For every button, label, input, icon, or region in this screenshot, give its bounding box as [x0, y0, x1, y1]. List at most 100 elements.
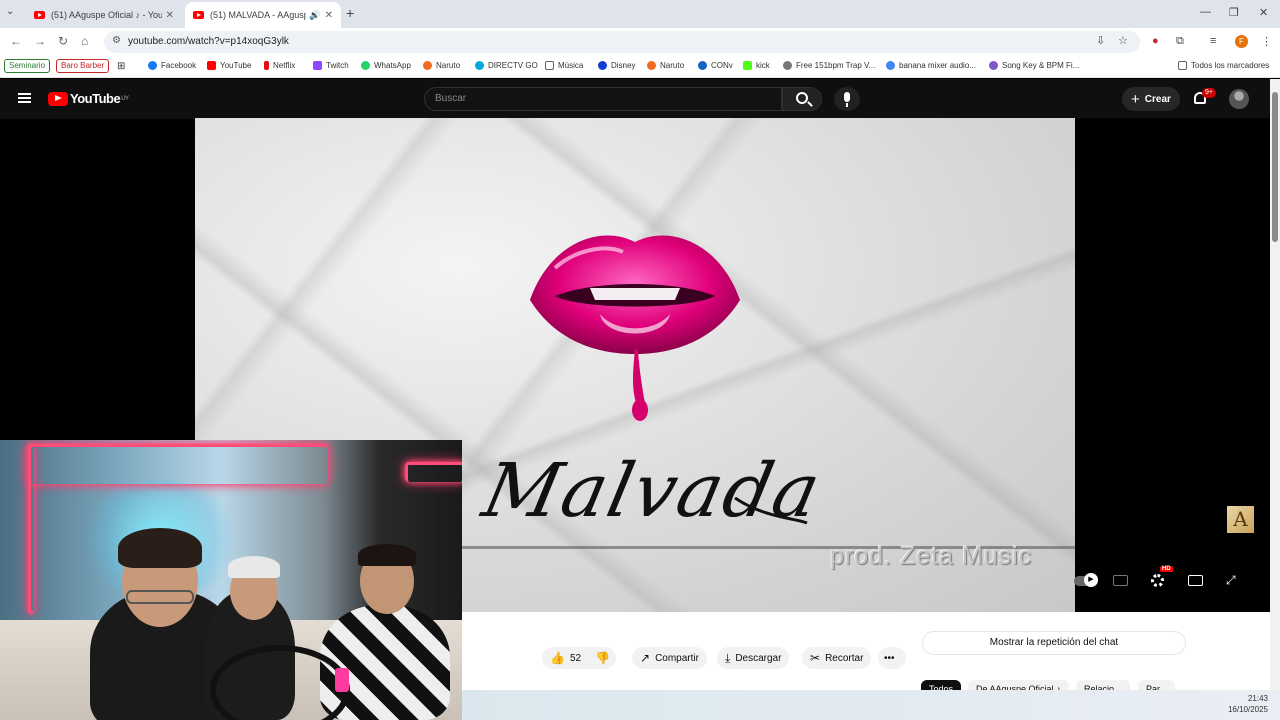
like-button[interactable]: 👍 52 👎 [542, 647, 616, 669]
facebook-icon [148, 61, 157, 70]
clip-button[interactable]: ✂ Recortar [802, 647, 872, 669]
bookmark-conv[interactable]: CONv [698, 61, 733, 70]
globe-icon [783, 61, 792, 70]
share-button[interactable]: ↗ Compartir [632, 647, 707, 669]
conv-icon [698, 61, 707, 70]
os-taskbar: 21:43 16/10/2025 [462, 690, 1280, 720]
thumbs-up-icon: 👍 [550, 651, 565, 665]
bookmark-seminario[interactable]: Seminario [4, 59, 51, 73]
close-window-icon[interactable]: ✕ [1259, 6, 1268, 19]
more-actions-button[interactable]: ••• [878, 647, 906, 669]
reload-button[interactable]: ↻ [58, 34, 68, 48]
restore-icon[interactable]: ❐ [1229, 6, 1239, 19]
bookmark-whatsapp[interactable]: WhatsApp [361, 61, 411, 70]
new-tab-button[interactable]: + [346, 5, 354, 21]
song-key-icon [989, 61, 998, 70]
bookmark-label: Facebook [161, 61, 197, 70]
menu-hamburger-icon[interactable] [18, 93, 31, 103]
autoplay-toggle[interactable] [1074, 573, 1098, 587]
minimize-icon[interactable]: — [1200, 6, 1211, 18]
tab-malvada-video[interactable]: (51) MALVADA - AAguspe (Vi 🔊 ✕ [185, 2, 341, 28]
tab-aaguspe-channel[interactable]: (51) AAguspe Oficial ♪ - YouTube ✕ [26, 2, 182, 28]
youtube-logo[interactable]: YouTube UY [48, 91, 129, 106]
download-label: Descargar [735, 652, 782, 664]
youtube-header: YouTube UY Buscar + Crear 9+ [0, 79, 1270, 119]
site-info-icon[interactable]: ⚙ [112, 35, 121, 46]
bookmark-free-trap[interactable]: Free 151bpm Trap V... [783, 61, 875, 70]
bookmark-label: Todos los marcadores [1191, 61, 1270, 70]
bookmark-label: DIRECTV GO [488, 61, 538, 70]
thumbs-down-icon[interactable]: 👎 [595, 651, 610, 665]
install-app-icon[interactable]: ⇩ [1096, 34, 1105, 47]
fullscreen-icon[interactable]: ⤢ [1226, 573, 1236, 588]
url-text: youtube.com/watch?v=p14xoqG3ylk [128, 36, 289, 47]
download-button[interactable]: ⤓ Descargar [717, 647, 790, 669]
all-bookmarks-folder[interactable]: Todos los marcadores [1178, 61, 1269, 70]
media-control-icon[interactable]: ≡ [1210, 35, 1216, 47]
bookmark-kick[interactable]: kick [743, 61, 770, 70]
bookmark-star-icon[interactable]: ☆ [1118, 34, 1128, 47]
clip-label: Recortar [825, 652, 864, 664]
bookmark-song-key[interactable]: Song Key & BPM Fi... [989, 61, 1079, 70]
profile-avatar[interactable]: F [1235, 35, 1248, 48]
speaker-icon[interactable]: 🔊 [309, 10, 320, 21]
settings-gear-icon[interactable] [1151, 574, 1164, 587]
person-left-hair [118, 528, 202, 568]
account-avatar[interactable] [1229, 89, 1249, 109]
show-chat-replay-button[interactable]: Mostrar la repetición del chat [922, 631, 1186, 655]
apps-grid-icon[interactable]: ⊞ [117, 61, 125, 72]
logo-text: YouTube [70, 91, 121, 106]
bookmark-netflix[interactable]: Netflix [264, 61, 295, 70]
subtitles-icon[interactable] [1113, 575, 1128, 586]
home-button[interactable]: ⌂ [81, 34, 88, 48]
bookmark-label: WhatsApp [374, 61, 411, 70]
scrollbar-thumb[interactable] [1272, 92, 1278, 242]
disney-icon [598, 61, 607, 70]
bookmark-youtube[interactable]: YouTube [207, 61, 251, 70]
create-button[interactable]: + Crear [1122, 87, 1180, 111]
bookmark-folder-musica[interactable]: Música [545, 61, 583, 70]
lips-illustration [530, 235, 740, 421]
more-icon: ••• [884, 652, 895, 664]
extension-icon[interactable]: ● [1152, 35, 1159, 47]
bookmark-baro-barber[interactable]: Baro Barber [56, 59, 110, 73]
bookmark-naruto-2[interactable]: Naruto [647, 61, 684, 70]
bookmark-label: Netflix [273, 61, 296, 70]
youtube-icon [207, 61, 216, 70]
voice-search-mic-icon[interactable] [834, 87, 860, 111]
bookmark-directv-go[interactable]: DIRECTV GO [475, 61, 538, 70]
extensions-puzzle-icon[interactable]: ⧉ [1176, 35, 1184, 48]
bookmark-naruto[interactable]: Naruto [423, 61, 460, 70]
theater-mode-icon[interactable] [1188, 575, 1203, 586]
address-bar[interactable]: ⚙ youtube.com/watch?v=p14xoqG3ylk ⇩ ☆ [104, 31, 1140, 53]
like-count: 52 [569, 652, 582, 664]
tab-search-button[interactable]: ⌄ [6, 6, 14, 17]
plus-icon: + [1131, 90, 1140, 108]
channel-watermark[interactable]: A [1227, 506, 1254, 533]
search-input[interactable]: Buscar [424, 87, 782, 111]
browser-toolbar: ← → ↻ ⌂ ⚙ youtube.com/watch?v=p14xoqG3yl… [0, 28, 1280, 56]
bookmark-label: Disney [611, 61, 636, 70]
search-button[interactable] [782, 87, 822, 111]
bookmark-twitch[interactable]: Twitch [313, 61, 349, 70]
naruto-icon [423, 61, 432, 70]
kick-icon [743, 61, 752, 70]
bookmark-label: Twitch [326, 61, 349, 70]
neon-light-strip [28, 444, 34, 614]
forward-button[interactable]: → [34, 34, 46, 48]
folder-icon [1178, 61, 1187, 70]
back-button[interactable]: ← [10, 34, 22, 48]
chrome-menu-icon[interactable]: ⋮ [1261, 35, 1272, 48]
bookmark-label: Naruto [436, 61, 461, 70]
system-clock[interactable]: 21:43 16/10/2025 [1228, 693, 1268, 715]
close-tab-icon[interactable]: ✕ [166, 10, 174, 21]
bookmark-label: Song Key & BPM Fi... [1002, 61, 1080, 70]
close-tab-icon[interactable]: ✕ [325, 10, 333, 21]
person-middle-cap [228, 556, 280, 578]
player-side-strip [1075, 118, 1270, 612]
bookmark-disney[interactable]: Disney [598, 61, 635, 70]
bookmark-label: Naruto [660, 61, 685, 70]
bookmark-banana-mixer[interactable]: banana mixer audio... [886, 61, 976, 70]
bookmark-facebook[interactable]: Facebook [148, 61, 196, 70]
neon-light-strip [28, 444, 328, 484]
